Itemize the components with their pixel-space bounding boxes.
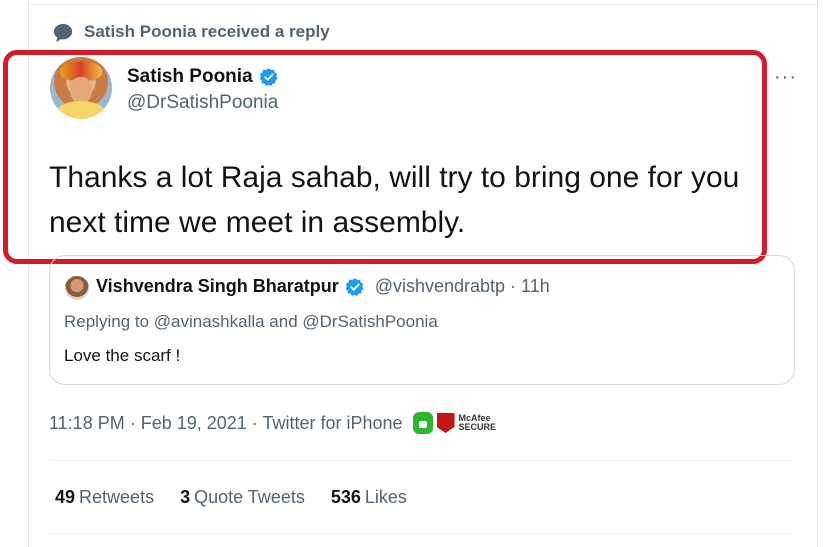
retweets-stat[interactable]: 49 Retweets [55, 487, 154, 508]
likes-stat[interactable]: 536 Likes [331, 487, 407, 508]
quoted-author-name[interactable]: Vishvendra Singh Bharatpur [96, 276, 339, 297]
quoted-header: Vishvendra Singh Bharatpur @vishvendrabt… [96, 276, 550, 297]
social-context: Satish Poonia received a reply [52, 22, 330, 43]
tweet-text: Thanks a lot Raja sahab, will try to bri… [49, 161, 740, 239]
mcafee-shield-icon [436, 413, 455, 433]
more-options-icon[interactable]: ··· [774, 66, 797, 89]
browser-extension-badges: McAfee SECURE [412, 412, 497, 434]
quoted-author-avatar[interactable] [65, 276, 89, 300]
divider [49, 533, 795, 534]
divider [49, 460, 795, 461]
author-handle[interactable]: @DrSatishPoonia [127, 92, 279, 114]
timestamp-source[interactable]: 11:18 PM · Feb 19, 2021 · Twitter for iP… [49, 413, 403, 434]
author-avatar[interactable] [50, 57, 112, 119]
mcafee-secure-label: McAfee SECURE [458, 413, 497, 432]
lock-icon [412, 412, 433, 434]
quoted-text: Love the scarf ! [64, 346, 181, 365]
engagement-stats: 49 Retweets 3 Quote Tweets 536 Likes [55, 487, 407, 508]
verified-badge-icon [259, 67, 279, 87]
author-block: Satish Poonia @DrSatishPoonia [127, 66, 279, 114]
verified-badge-icon [345, 277, 365, 297]
quoted-tweet[interactable]: Vishvendra Singh Bharatpur @vishvendrabt… [49, 255, 795, 385]
context-text[interactable]: Satish Poonia received a reply [84, 22, 330, 42]
tweet-meta: 11:18 PM · Feb 19, 2021 · Twitter for iP… [49, 412, 496, 434]
quoted-author-handle[interactable]: @vishvendrabtp · 11h [375, 276, 550, 297]
top-divider [28, 4, 818, 5]
author-name[interactable]: Satish Poonia [127, 66, 253, 88]
reply-bubble-icon [52, 22, 73, 43]
quote-tweets-stat[interactable]: 3 Quote Tweets [180, 487, 305, 508]
quoted-replying-to[interactable]: Replying to @avinashkalla and @DrSatishP… [64, 312, 438, 332]
